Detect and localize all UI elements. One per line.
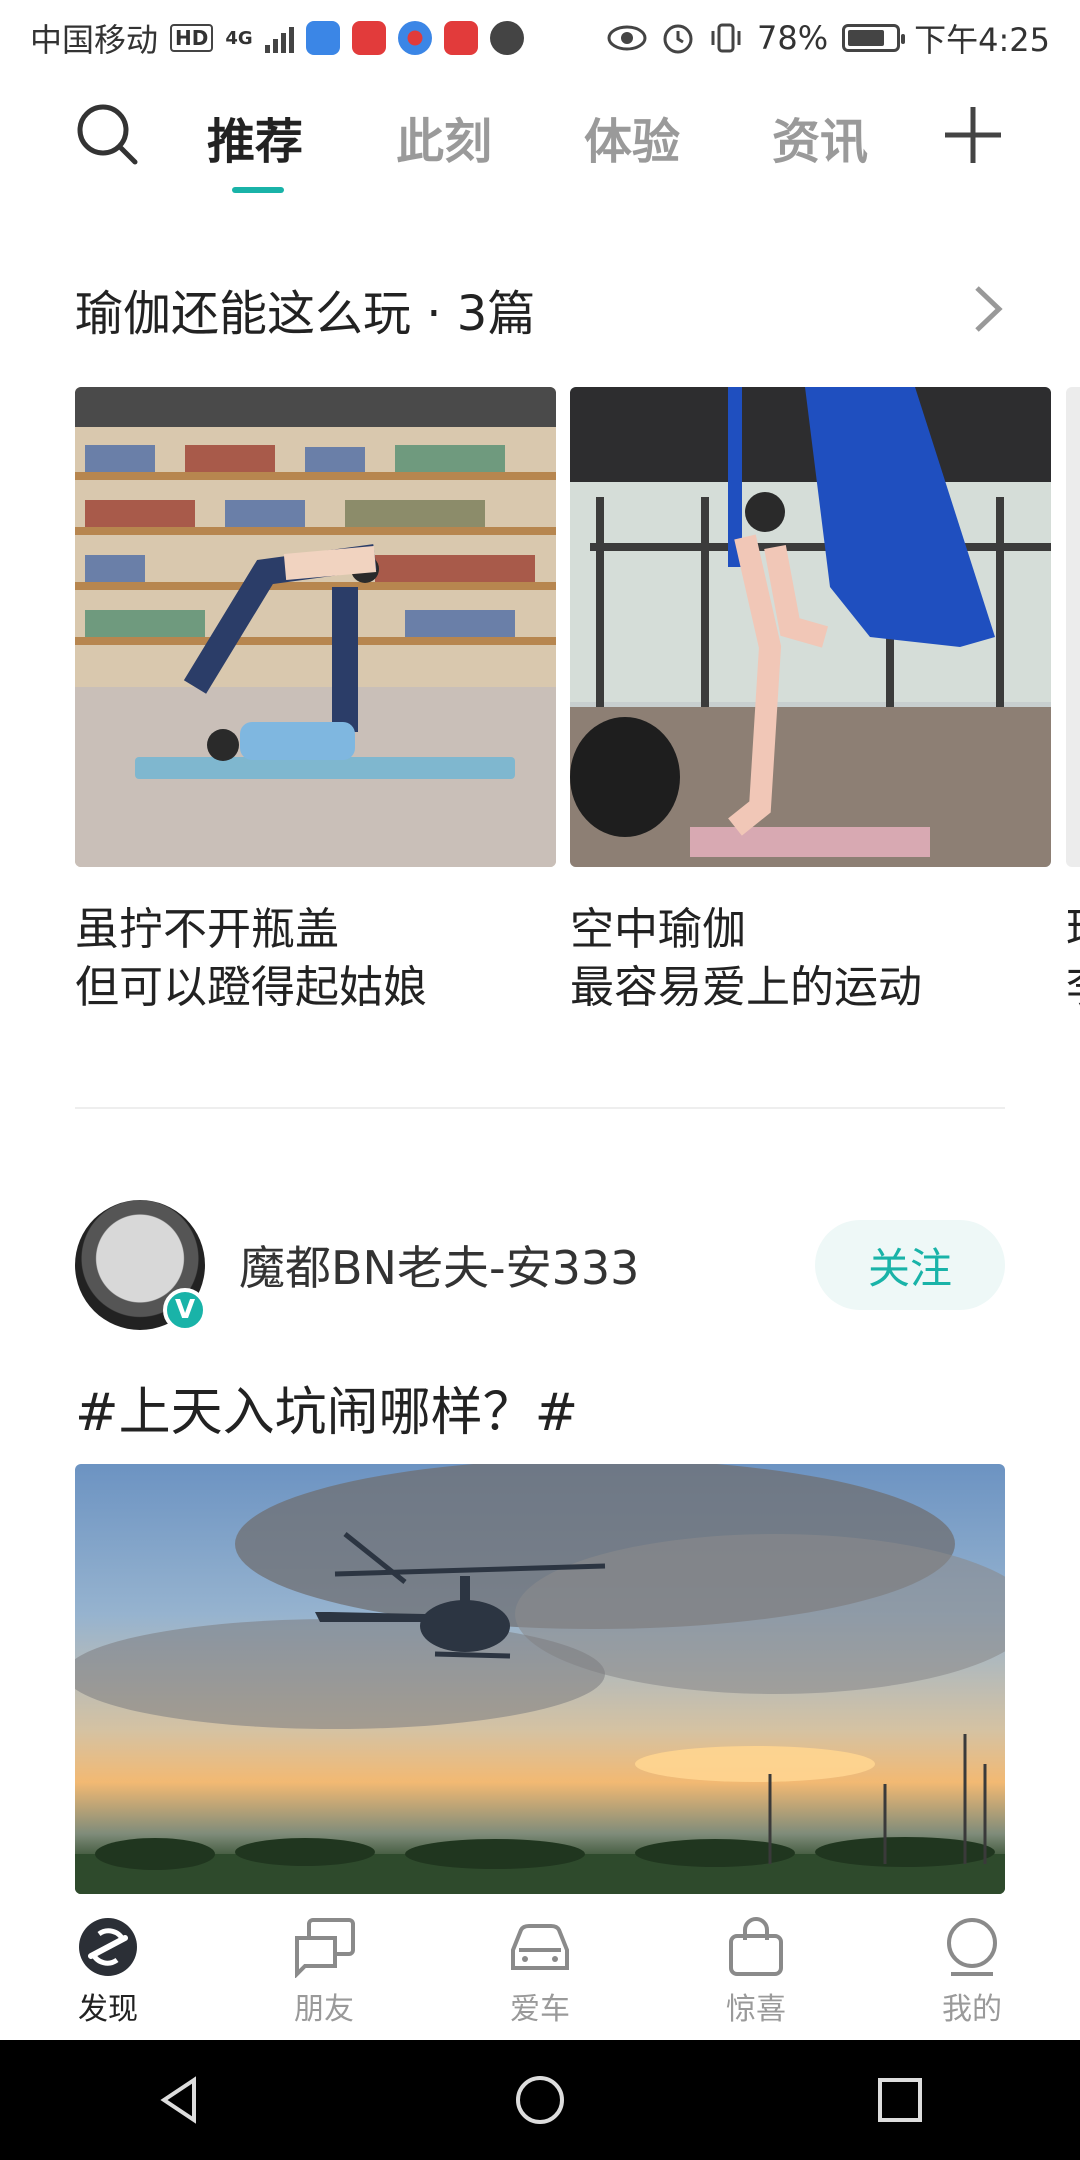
netease-notify-icon	[443, 21, 478, 55]
caption-line: 最容易爱上的运动	[570, 962, 922, 1013]
alarm-icon	[663, 24, 693, 54]
nav-label: 朋友	[294, 1992, 354, 2027]
nav-label: 爱车	[510, 1992, 570, 2027]
nav-profile[interactable]: 我的	[864, 1898, 1080, 2040]
nav-friends[interactable]: 朋友	[216, 1898, 432, 2040]
post-title[interactable]: #上天入坑闹哪样？#	[75, 1370, 578, 1445]
bottom-nav-bar: 发现 朋友 爱车 惊喜 我的	[0, 1898, 1080, 2040]
card-caption: 虽拧不开瓶盖 但可以蹬得起姑娘	[75, 901, 556, 1017]
nav-car[interactable]: 爱车	[432, 1898, 648, 2040]
nav-label: 发现	[78, 1992, 138, 2027]
clock: 下午4:25	[914, 21, 1050, 59]
map-notify-icon	[489, 21, 524, 55]
card-caption: 理 李	[1066, 901, 1080, 1017]
home-icon[interactable]	[514, 2074, 566, 2126]
friends-icon	[295, 1918, 355, 1978]
card-photo-peek	[1066, 387, 1080, 867]
chevron-right-icon	[975, 286, 1003, 332]
caption-line: 理	[1066, 901, 1080, 959]
carrier-label: 中国移动	[30, 21, 159, 59]
eye-icon	[607, 25, 647, 51]
caption-line: 但可以蹬得起姑娘	[75, 962, 427, 1013]
follow-button[interactable]: 关注	[815, 1220, 1005, 1310]
add-tab-icon[interactable]	[942, 104, 1004, 166]
caption-line: 李	[1066, 959, 1080, 1017]
collection-header[interactable]: 瑜伽还能这么玩 · 3篇	[75, 274, 1005, 344]
caption-line: 空中瑜伽	[570, 904, 746, 955]
active-tab-indicator	[232, 187, 284, 193]
helicopter-photo[interactable]	[75, 1464, 1005, 1894]
card-caption: 空中瑜伽 最容易爱上的运动	[570, 901, 1051, 1017]
collection-card[interactable]: 虽拧不开瓶盖 但可以蹬得起姑娘	[75, 387, 556, 1017]
browser-notify-icon	[397, 21, 432, 55]
battery-icon	[842, 24, 906, 52]
back-icon[interactable]	[154, 2074, 206, 2126]
top-tab-bar: 推荐 此刻 体验 资讯	[0, 80, 1080, 200]
aerial-yoga-photo	[570, 387, 1051, 867]
tab-moment[interactable]: 此刻	[396, 102, 492, 172]
recents-icon[interactable]	[874, 2074, 926, 2126]
caption-line: 虽拧不开瓶盖	[75, 904, 339, 955]
collection-card-peek[interactable]: 理 李	[1066, 387, 1080, 1017]
nav-discover[interactable]: 发现	[0, 1898, 216, 2040]
bag-icon	[729, 1917, 783, 1976]
tab-experience[interactable]: 体验	[584, 102, 680, 172]
car-icon	[511, 1924, 569, 1970]
network-type: 4G	[225, 27, 253, 49]
hd-icon: HD	[170, 24, 214, 52]
verified-badge: V	[163, 1288, 207, 1332]
post-author-row: V 魔都BN老夫-安333 关注	[75, 1200, 1005, 1332]
nav-surprise[interactable]: 惊喜	[648, 1898, 864, 2040]
status-bar: 中国移动 HD 4G 78% 下午4:25	[0, 0, 1080, 76]
profile-icon	[947, 1918, 997, 1976]
signal-icon	[264, 23, 294, 53]
yoga-library-photo	[75, 387, 556, 867]
news-notify-icon	[351, 21, 386, 55]
tab-news[interactable]: 资讯	[772, 102, 868, 172]
author-name[interactable]: 魔都BN老夫-安333	[239, 1232, 639, 1298]
tab-recommend[interactable]: 推荐	[207, 102, 303, 172]
search-icon[interactable]	[75, 102, 141, 168]
battery-percent: 78%	[757, 19, 829, 57]
system-nav-bar	[0, 2040, 1080, 2160]
discover-icon	[79, 1918, 137, 1976]
app-notify-icon	[305, 21, 340, 55]
collection-card[interactable]: 空中瑜伽 最容易爱上的运动	[570, 387, 1051, 1017]
avatar[interactable]: V	[75, 1200, 207, 1332]
collection-title: 瑜伽还能这么玩 · 3篇	[75, 286, 536, 342]
nav-label: 我的	[942, 1992, 1002, 2027]
section-divider	[75, 1107, 1005, 1109]
vibrate-icon	[711, 23, 741, 53]
nav-label: 惊喜	[726, 1992, 786, 2027]
